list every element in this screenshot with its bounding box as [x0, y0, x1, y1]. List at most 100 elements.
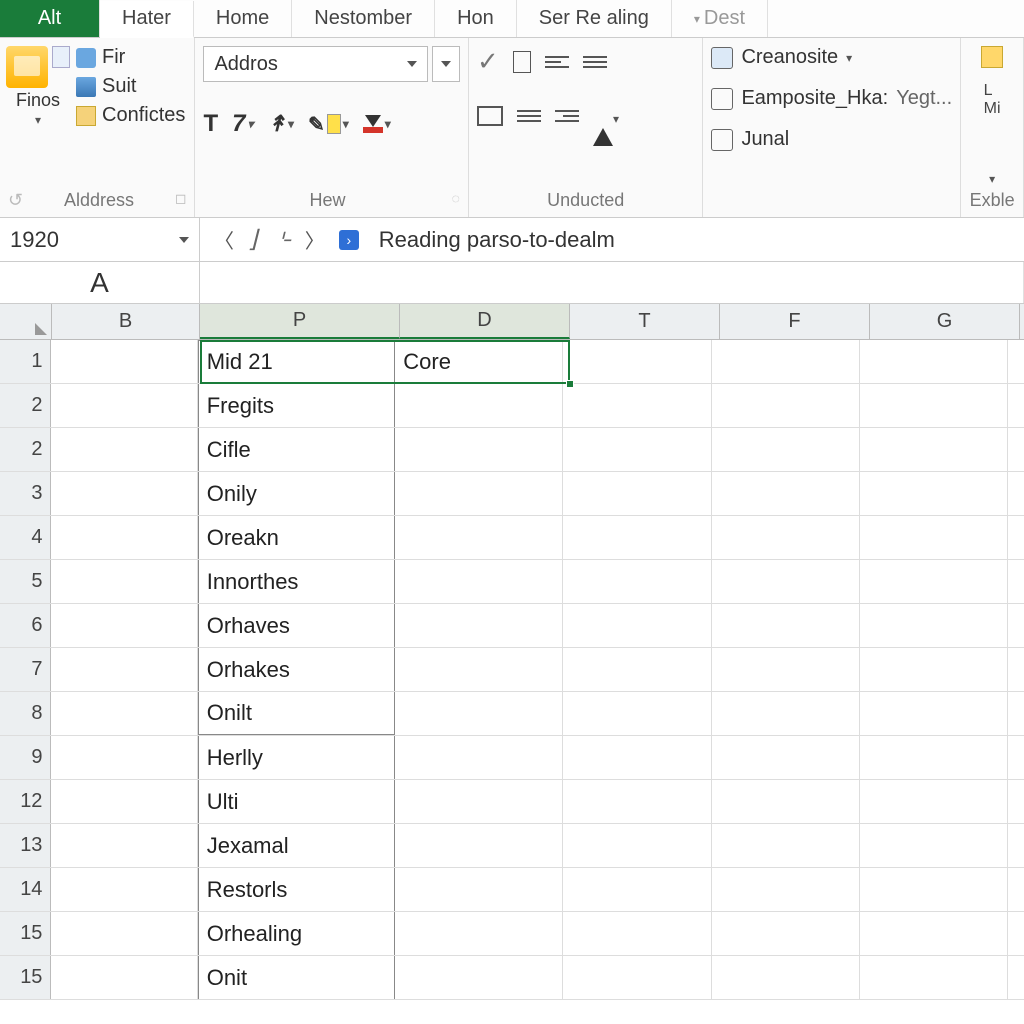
nav-prev-button[interactable]: 〈: [214, 225, 234, 254]
cell[interactable]: [860, 560, 1008, 603]
cell[interactable]: [860, 384, 1008, 427]
cell[interactable]: Mid 21: [198, 340, 396, 383]
cell[interactable]: [51, 472, 197, 515]
cell[interactable]: [860, 648, 1008, 691]
cell[interactable]: [860, 736, 1008, 779]
bold-button[interactable]: T: [203, 110, 218, 138]
row-header[interactable]: 3: [0, 472, 51, 515]
fill-color-button[interactable]: ↟▾: [268, 110, 294, 138]
cell[interactable]: [860, 604, 1008, 647]
cell[interactable]: [712, 824, 860, 867]
col-header-f[interactable]: F: [720, 304, 870, 339]
cell[interactable]: [563, 692, 711, 735]
column-a-header[interactable]: A: [0, 262, 200, 303]
cell[interactable]: [395, 824, 563, 867]
cell[interactable]: [51, 340, 197, 383]
warning-icon[interactable]: ▾: [593, 103, 619, 129]
cell[interactable]: [712, 868, 860, 911]
cell[interactable]: [712, 516, 860, 559]
border-icon[interactable]: [477, 106, 503, 126]
cancel-icon[interactable]: ⌋: [248, 225, 257, 254]
cell[interactable]: [51, 384, 197, 427]
cell[interactable]: Restorls: [198, 868, 396, 911]
cell[interactable]: [712, 340, 860, 383]
cell[interactable]: [860, 780, 1008, 823]
cell[interactable]: Orhaves: [198, 604, 396, 647]
italic-button[interactable]: 7▾: [232, 110, 253, 138]
select-all-corner[interactable]: [0, 304, 52, 339]
cell[interactable]: [712, 912, 860, 955]
col-header-b[interactable]: B: [52, 304, 200, 339]
cell[interactable]: Herlly: [198, 736, 396, 779]
cell[interactable]: Onilt: [198, 692, 396, 735]
cell[interactable]: [712, 472, 860, 515]
cell[interactable]: [563, 824, 711, 867]
formula-input[interactable]: Reading parso-to-dealm: [379, 227, 615, 253]
fill-handle[interactable]: [566, 380, 574, 388]
cell[interactable]: Jexamal: [198, 824, 396, 867]
cell[interactable]: Orhealing: [198, 912, 396, 955]
row-header[interactable]: 7: [0, 648, 51, 691]
tab-1[interactable]: Home: [194, 0, 292, 37]
cell[interactable]: [51, 560, 197, 603]
cell[interactable]: [563, 560, 711, 603]
cell[interactable]: Orhakes: [198, 648, 396, 691]
formula-edit-area[interactable]: [200, 262, 1024, 303]
name-box[interactable]: 1920: [0, 218, 200, 261]
cell[interactable]: Ulti: [198, 780, 396, 823]
cell[interactable]: [395, 516, 563, 559]
cell[interactable]: Oreakn: [198, 516, 396, 559]
col-header-p[interactable]: P: [200, 304, 400, 339]
cell[interactable]: [395, 868, 563, 911]
row-header[interactable]: 15: [0, 956, 51, 999]
cell[interactable]: [395, 912, 563, 955]
align-right-icon[interactable]: [555, 110, 579, 122]
ribbon-item-confictes[interactable]: Confictes: [76, 104, 185, 127]
font-size-dropdown[interactable]: [432, 46, 460, 82]
cell[interactable]: [563, 516, 711, 559]
tab-3[interactable]: Hon: [435, 0, 517, 37]
row-header[interactable]: 9: [0, 736, 51, 779]
align-left-icon[interactable]: [545, 56, 569, 68]
cell[interactable]: [860, 912, 1008, 955]
row-header[interactable]: 6: [0, 604, 51, 647]
cell[interactable]: [712, 648, 860, 691]
fx-icon[interactable]: ›: [339, 230, 359, 250]
row-header[interactable]: 4: [0, 516, 51, 559]
row-header[interactable]: 1: [0, 340, 51, 383]
font-name-dropdown[interactable]: Addros: [203, 46, 427, 82]
row-header[interactable]: 14: [0, 868, 51, 911]
ribbon-item-junal[interactable]: Junal: [711, 128, 789, 151]
cell[interactable]: [563, 956, 711, 999]
cell[interactable]: [395, 692, 563, 735]
cell[interactable]: [563, 648, 711, 691]
cell[interactable]: [395, 736, 563, 779]
row-header[interactable]: 2: [0, 384, 51, 427]
row-header[interactable]: 2: [0, 428, 51, 471]
cell[interactable]: Onit: [198, 956, 396, 999]
cell[interactable]: [563, 912, 711, 955]
cell[interactable]: [563, 472, 711, 515]
cell[interactable]: [563, 340, 711, 383]
cell[interactable]: [712, 780, 860, 823]
cell[interactable]: [51, 824, 197, 867]
font-color-button[interactable]: ▾: [363, 115, 391, 133]
cell[interactable]: [860, 516, 1008, 559]
row-header[interactable]: 13: [0, 824, 51, 867]
check-icon[interactable]: ✓: [477, 46, 499, 77]
cell[interactable]: [712, 692, 860, 735]
nav-next-button[interactable]: 〉: [305, 225, 325, 254]
cell[interactable]: [395, 428, 563, 471]
cell[interactable]: [860, 472, 1008, 515]
cell[interactable]: [51, 780, 197, 823]
cell[interactable]: [395, 472, 563, 515]
cell[interactable]: [860, 868, 1008, 911]
tab-0[interactable]: Hater: [100, 1, 194, 38]
tab-4[interactable]: Ser Re aling: [517, 0, 672, 37]
cell[interactable]: [563, 868, 711, 911]
cell[interactable]: [51, 692, 197, 735]
page-icon[interactable]: [513, 51, 531, 73]
cell[interactable]: [860, 340, 1008, 383]
cell[interactable]: [563, 428, 711, 471]
row-header[interactable]: 8: [0, 692, 51, 735]
